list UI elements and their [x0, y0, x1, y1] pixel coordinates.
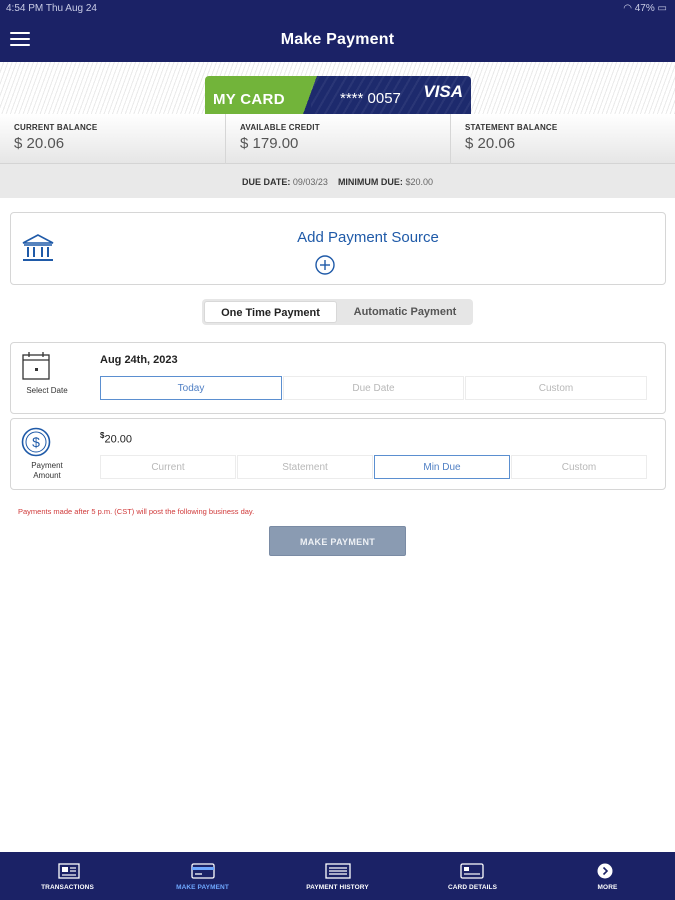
balance-label: STATEMENT BALANCE: [465, 123, 558, 132]
statement-balance: STATEMENT BALANCE $ 20.06: [450, 114, 675, 164]
balance-label: CURRENT BALANCE: [14, 123, 98, 132]
current-balance: CURRENT BALANCE $ 20.06: [0, 114, 225, 164]
nav-item-more[interactable]: MORE: [540, 852, 675, 900]
date-option-custom[interactable]: Custom: [465, 376, 647, 400]
date-option-today[interactable]: Today: [100, 376, 282, 400]
card-number: **** 0057: [340, 90, 401, 107]
battery-percent: 47%: [634, 3, 655, 14]
tab-one-time-payment[interactable]: One Time Payment: [204, 301, 337, 323]
nav-item-make-payment[interactable]: MAKE PAYMENT: [135, 852, 270, 900]
balance-value: $ 179.00: [240, 135, 299, 152]
nav-label: CARD DETAILS: [447, 884, 498, 891]
add-payment-source-button[interactable]: Add Payment Source: [10, 212, 666, 285]
selected-date-value: Aug 24th, 2023: [100, 354, 178, 366]
payment-amount-row: $ Payment Amount $20.00 Current Statemen…: [10, 418, 666, 490]
bottom-nav: TRANSACTIONS MAKE PAYMENT PAYMENT HISTOR…: [0, 852, 675, 900]
nav-item-card-details[interactable]: CARD DETAILS: [405, 852, 540, 900]
amount-option-current[interactable]: Current: [100, 455, 236, 479]
app-header: 4:54 PM Thu Aug 24 ◠ 47% ▭ Make Payment: [0, 0, 675, 62]
card-name: MY CARD: [213, 91, 285, 108]
amount-number: 20.00: [104, 433, 132, 446]
tab-automatic-payment[interactable]: Automatic Payment: [339, 301, 471, 323]
minimum-due-label: MINIMUM DUE:: [337, 177, 403, 187]
calendar-icon: [22, 352, 50, 380]
add-payment-source-label: Add Payment Source: [297, 229, 439, 246]
cutoff-notice: Payments made after 5 p.m. (CST) will po…: [18, 507, 255, 516]
minimum-due-value: $20.00: [405, 177, 433, 187]
page-title: Make Payment: [280, 31, 395, 48]
chevron-right-circle-icon: [597, 863, 613, 879]
payment-amount-label: Payment Amount: [31, 461, 63, 480]
balance-label: AVAILABLE CREDIT: [240, 123, 320, 132]
amount-option-min-due[interactable]: Min Due: [374, 455, 510, 479]
nav-label: TRANSACTIONS: [41, 884, 94, 891]
select-date-label: Select Date: [26, 386, 68, 395]
balance-value: $ 20.06: [14, 135, 65, 152]
nav-label: MORE: [597, 884, 618, 891]
amount-option-custom[interactable]: Custom: [511, 455, 647, 479]
wifi-icon: ◠: [623, 3, 632, 14]
status-bar: 4:54 PM Thu Aug 24 ◠ 47% ▭: [0, 0, 675, 18]
due-date-value: 09/03/23: [292, 177, 328, 187]
make-payment-button[interactable]: MAKE PAYMENT: [269, 526, 406, 556]
status-time: 4:54 PM Thu Aug 24: [6, 3, 97, 14]
transactions-icon: [58, 863, 80, 879]
date-option-due-date[interactable]: Due Date: [283, 376, 464, 400]
due-info-bar: DUE DATE: 09/03/23 MINIMUM DUE: $20.00: [0, 164, 675, 198]
select-date-row: Select Date Aug 24th, 2023 Today Due Dat…: [10, 342, 666, 414]
payment-type-toggle: One Time Payment Automatic Payment: [202, 299, 473, 325]
card-payment-icon: [191, 863, 215, 879]
battery-icon: ▭: [657, 3, 667, 14]
dollar-circle-icon: $: [21, 427, 51, 457]
nav-item-transactions[interactable]: TRANSACTIONS: [0, 852, 135, 900]
nav-item-payment-history[interactable]: PAYMENT HISTORY: [270, 852, 405, 900]
balances-bar: CURRENT BALANCE $ 20.06 AVAILABLE CREDIT…: [0, 114, 675, 164]
balance-value: $ 20.06: [465, 135, 516, 152]
available-credit: AVAILABLE CREDIT $ 179.00: [225, 114, 450, 164]
card-image[interactable]: MY CARD **** 0057 VISA: [205, 76, 471, 114]
plus-circle-icon[interactable]: [315, 255, 335, 275]
nav-label: MAKE PAYMENT: [176, 884, 229, 891]
card-band: MY CARD **** 0057 VISA: [0, 62, 675, 114]
payment-history-icon: [325, 863, 351, 879]
card-details-icon: [460, 863, 484, 879]
svg-text:$: $: [32, 434, 40, 450]
amount-option-statement[interactable]: Statement: [237, 455, 373, 479]
status-battery: ◠ 47% ▭: [623, 3, 667, 14]
payment-amount-value: $20.00: [100, 431, 132, 446]
nav-label: PAYMENT HISTORY: [306, 884, 369, 891]
visa-logo: VISA: [423, 82, 463, 101]
due-date-label: DUE DATE:: [242, 177, 291, 187]
